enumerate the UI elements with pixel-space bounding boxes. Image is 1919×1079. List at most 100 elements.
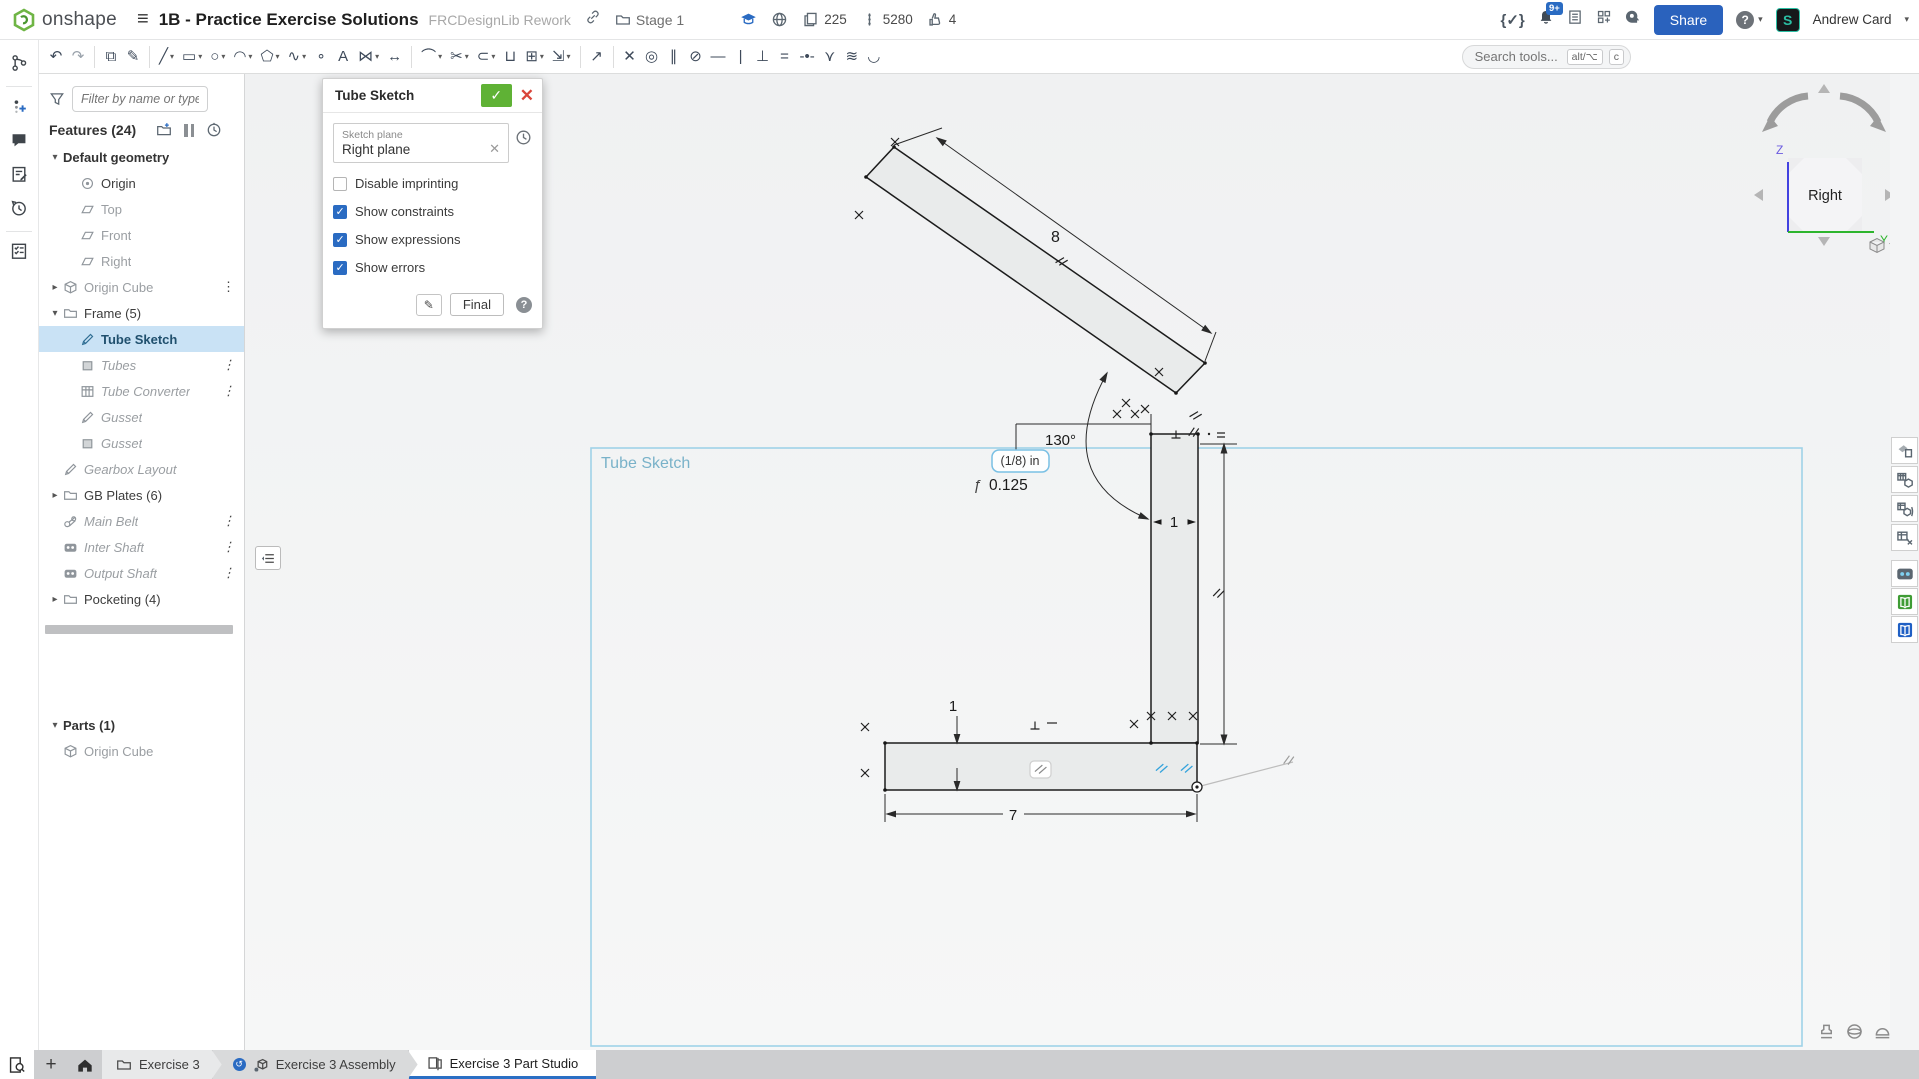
dropdown-caret-icon[interactable]: ▾: [375, 52, 379, 61]
panel-insertplus-button[interactable]: [4, 91, 34, 121]
dialog-help-icon[interactable]: ?: [516, 297, 532, 313]
cancel-x-button[interactable]: ✕: [520, 86, 534, 106]
constraint-horizontal-icon[interactable]: —: [707, 44, 730, 70]
notifications-bell-icon[interactable]: 9+: [1538, 9, 1554, 30]
redo-icon[interactable]: ↷: [67, 44, 89, 70]
dome-icon[interactable]: [1873, 1022, 1890, 1041]
construction-line[interactable]: [1197, 762, 1293, 787]
stat-pole[interactable]: 5280: [861, 11, 913, 28]
mirror-tool-icon[interactable]: ⋈▾: [354, 44, 383, 70]
right-panel-tablebrace-button[interactable]: [1891, 495, 1918, 522]
item-menu-icon[interactable]: ⋮: [218, 513, 238, 529]
suppress-pause-icon[interactable]: [184, 124, 194, 137]
stat-thumb[interactable]: 4: [927, 11, 957, 28]
tree-item-inter-shaft[interactable]: Inter Shaft⋮: [39, 534, 244, 560]
vertical-tube[interactable]: [1151, 434, 1198, 743]
sketch-plane-field[interactable]: Sketch plane Right plane ✕: [333, 123, 509, 163]
panel-scrollbar[interactable]: [45, 625, 233, 634]
tab-exercise-3-part-studio[interactable]: Exercise 3 Part Studio: [409, 1050, 597, 1079]
align-to-sketch-button[interactable]: ✎: [416, 294, 442, 316]
fillet-tool-icon[interactable]: ⌒▾: [417, 44, 446, 70]
dropdown-caret-icon[interactable]: ▾: [221, 52, 225, 61]
tree-item-default-geometry[interactable]: ▾Default geometry: [39, 144, 244, 170]
right-panel-tablecube-button[interactable]: [1891, 466, 1918, 493]
dropdown-caret-icon[interactable]: ▾: [567, 52, 571, 61]
import-dxf-icon[interactable]: ⇲▾: [548, 44, 575, 70]
search-tools[interactable]: alt/⌥ c: [1462, 45, 1631, 69]
tree-item-gusset[interactable]: Gusset: [39, 404, 244, 430]
trim-tool-icon[interactable]: ✂▾: [446, 44, 473, 70]
search-tools-input[interactable]: [1475, 49, 1561, 64]
checkbox-show-constraints[interactable]: Show constraints: [333, 204, 532, 219]
checkbox-show-errors[interactable]: Show errors: [333, 260, 532, 275]
dim-text-7[interactable]: 7: [1009, 807, 1017, 824]
dim-text-h1[interactable]: 1: [949, 698, 957, 715]
stat-gradcap[interactable]: [740, 11, 757, 28]
checkbox-icon[interactable]: [333, 233, 347, 247]
share-button[interactable]: Share: [1654, 5, 1723, 35]
panel-versions-button[interactable]: [4, 48, 34, 78]
constraint-perpendicular-icon[interactable]: ⊥: [752, 44, 774, 70]
new-tab-plus-button[interactable]: +: [34, 1050, 68, 1079]
dimension-tool-icon[interactable]: ↔: [383, 44, 406, 70]
tree-item-frame-5-[interactable]: ▾Frame (5): [39, 300, 244, 326]
constraint-pierce-icon[interactable]: ◡: [863, 44, 885, 70]
tree-item-gearbox-layout[interactable]: Gearbox Layout: [39, 456, 244, 482]
stamp-icon[interactable]: [1817, 1022, 1836, 1041]
user-chevron-down-icon[interactable]: ▾: [1904, 14, 1909, 25]
stat-copies[interactable]: 225: [802, 11, 847, 28]
constraint-tangent-icon[interactable]: ⊘: [685, 44, 707, 70]
feature-filter-input[interactable]: [72, 86, 208, 112]
tree-item-pocketing-4-[interactable]: ▸Pocketing (4): [39, 586, 244, 612]
app-store-icon[interactable]: [1596, 9, 1612, 30]
tree-item-front[interactable]: Front: [39, 222, 244, 248]
dropdown-caret-icon[interactable]: ▾: [302, 52, 306, 61]
tree-item-tube-sketch[interactable]: Tube Sketch: [39, 326, 244, 352]
constraint-vertical-icon[interactable]: |: [730, 44, 752, 70]
measure-tool-icon[interactable]: ↗: [586, 44, 608, 70]
checkbox-disable-imprinting[interactable]: Disable imprinting: [333, 176, 532, 191]
accept-check-button[interactable]: ✓: [481, 84, 512, 107]
dropdown-caret-icon[interactable]: ▾: [465, 52, 469, 61]
sketch-plane-value[interactable]: Right plane: [342, 142, 489, 157]
rotate-down-icon[interactable]: [1818, 237, 1830, 246]
arc-tool-icon[interactable]: ◠▾: [229, 44, 256, 70]
panel-checklist-button[interactable]: [4, 236, 34, 266]
dropdown-caret-icon[interactable]: ▾: [170, 52, 174, 61]
dropdown-caret-icon[interactable]: ▾: [540, 52, 544, 61]
spline-tool-icon[interactable]: ∿▾: [284, 44, 311, 70]
panel-notes-button[interactable]: [4, 159, 34, 189]
checkbox-icon[interactable]: [333, 261, 347, 275]
tree-item-tubes[interactable]: Tubes⋮: [39, 352, 244, 378]
tree-item-origin[interactable]: Origin: [39, 170, 244, 196]
point-tool-icon[interactable]: ∘: [310, 44, 332, 70]
globe-render-icon[interactable]: [1845, 1022, 1864, 1041]
help-menu[interactable]: ? ▾: [1736, 11, 1763, 29]
tree-item-right[interactable]: Right: [39, 248, 244, 274]
filter-funnel-icon[interactable]: [49, 91, 65, 107]
stat-globe[interactable]: [771, 11, 788, 28]
hamburger-menu-icon[interactable]: ≡: [137, 8, 149, 31]
rectangle-tool-icon[interactable]: ▭▾: [178, 44, 206, 70]
dropdown-caret-icon[interactable]: ▾: [438, 52, 442, 61]
constraint-parallel-icon[interactable]: ∥: [663, 44, 685, 70]
line-tool-icon[interactable]: ╱▾: [155, 44, 178, 70]
panel-history-button[interactable]: [4, 193, 34, 223]
tree-item-top[interactable]: Top: [39, 196, 244, 222]
item-menu-icon[interactable]: ⋮: [218, 383, 238, 399]
dim-text-130[interactable]: 130°: [1045, 432, 1076, 449]
dimension-right-vertical[interactable]: [1200, 444, 1237, 744]
checkbox-icon[interactable]: [333, 205, 347, 219]
tree-item-origin-cube[interactable]: Origin Cube: [39, 738, 244, 764]
expander-icon[interactable]: ▸: [47, 282, 63, 293]
dropdown-caret-icon[interactable]: ▾: [248, 52, 252, 61]
tree-item-tube-converter[interactable]: Tube Converter⋮: [39, 378, 244, 404]
item-menu-icon[interactable]: ⋮: [218, 565, 238, 581]
rollback-bar-handle[interactable]: [255, 546, 281, 570]
final-button[interactable]: Final: [450, 293, 504, 316]
panel-comment-button[interactable]: [4, 125, 34, 155]
diagonal-tube[interactable]: [866, 147, 1205, 393]
tree-item-output-shaft[interactable]: Output Shaft⋮: [39, 560, 244, 586]
home-tab-button[interactable]: [68, 1050, 102, 1079]
offset-tool-icon[interactable]: ⊂▾: [473, 44, 500, 70]
